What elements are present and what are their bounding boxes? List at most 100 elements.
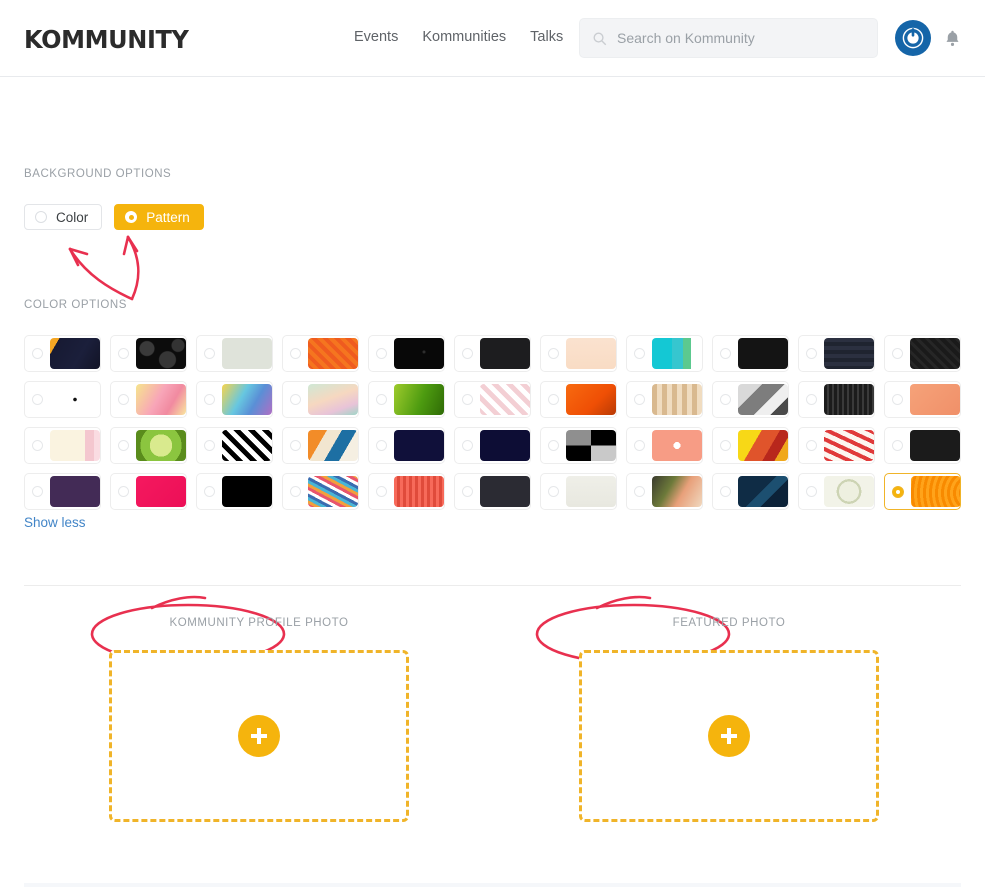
radio-icon bbox=[462, 486, 473, 497]
pattern-swatch-white-plus-dots[interactable] bbox=[24, 381, 101, 418]
background-mode-pattern-button[interactable]: Pattern bbox=[114, 204, 204, 230]
radio-icon bbox=[32, 440, 43, 451]
radio-icon bbox=[290, 440, 301, 451]
pattern-swatch-ice-cream-cone[interactable] bbox=[454, 381, 531, 418]
radio-icon bbox=[462, 348, 473, 359]
pattern-thumbnail bbox=[394, 430, 444, 461]
pattern-thumbnail bbox=[824, 338, 874, 369]
pattern-swatch-dark-geometric-lines[interactable] bbox=[884, 335, 961, 372]
pattern-swatch-dark-text-plate[interactable] bbox=[798, 335, 875, 372]
search-input[interactable]: Search on Kommunity bbox=[579, 18, 878, 58]
featured-photo-dropzone[interactable] bbox=[579, 650, 879, 822]
pattern-swatch-grapefruit-slice[interactable] bbox=[626, 427, 703, 464]
pattern-swatch-black-dot-mesh[interactable] bbox=[368, 335, 445, 372]
pattern-swatch-green-leaf[interactable] bbox=[368, 381, 445, 418]
pattern-thumbnail bbox=[910, 338, 960, 369]
pattern-swatch-dark-stone[interactable] bbox=[884, 427, 961, 464]
nav-item-events[interactable]: Events bbox=[354, 29, 398, 45]
pattern-swatch-solid-charcoal[interactable] bbox=[454, 335, 531, 372]
pattern-swatch-navy-solid[interactable] bbox=[454, 427, 531, 464]
background-mode-toggle-group: Color Pattern bbox=[24, 204, 204, 230]
pattern-swatch-metro-map[interactable] bbox=[540, 473, 617, 510]
nav-item-talks[interactable]: Talks bbox=[530, 29, 563, 45]
pattern-swatch-cyan-blocks[interactable] bbox=[626, 335, 703, 372]
pattern-swatch-black-bed-icon[interactable] bbox=[196, 473, 273, 510]
pattern-swatch-orange-weave[interactable] bbox=[282, 335, 359, 372]
pattern-swatch-dark-bubbles[interactable] bbox=[110, 335, 187, 372]
radio-icon bbox=[204, 440, 215, 451]
pattern-thumbnail bbox=[308, 384, 358, 415]
pattern-swatch-candy-cane[interactable] bbox=[798, 427, 875, 464]
pattern-thumbnail bbox=[222, 476, 272, 507]
pattern-thumbnail bbox=[652, 384, 702, 415]
radio-icon bbox=[118, 394, 129, 405]
background-mode-color-button[interactable]: Color bbox=[24, 204, 103, 230]
pattern-swatch-pop-art-yellow[interactable] bbox=[712, 427, 789, 464]
radio-icon bbox=[376, 440, 387, 451]
pattern-swatch-salmon-solid[interactable] bbox=[884, 381, 961, 418]
add-profile-photo-button[interactable] bbox=[238, 715, 280, 757]
pattern-swatch-cream-circle[interactable] bbox=[798, 473, 875, 510]
pattern-swatch-orange-swirl[interactable] bbox=[884, 473, 961, 510]
pattern-swatch-kiwi-slice[interactable] bbox=[110, 427, 187, 464]
notification-bell-icon[interactable] bbox=[943, 28, 962, 49]
pattern-swatch-gradient-blocks[interactable] bbox=[196, 381, 273, 418]
pattern-swatch-black-white-fan[interactable] bbox=[540, 427, 617, 464]
pattern-swatch-navy-diagonal[interactable] bbox=[712, 473, 789, 510]
add-featured-photo-button[interactable] bbox=[708, 715, 750, 757]
pattern-swatch-picnic-check[interactable] bbox=[626, 381, 703, 418]
pattern-swatch-space-planets[interactable] bbox=[24, 335, 101, 372]
pattern-swatch-orange-blue-shapes[interactable] bbox=[282, 427, 359, 464]
pattern-swatch-black-white-diagonals[interactable] bbox=[196, 427, 273, 464]
pattern-swatch-mountain-triangle[interactable] bbox=[196, 335, 273, 372]
radio-icon bbox=[118, 440, 129, 451]
pattern-swatch-grey-cubes[interactable] bbox=[712, 381, 789, 418]
pattern-swatch-coral-circuit[interactable] bbox=[368, 473, 445, 510]
radio-icon bbox=[634, 394, 645, 405]
arrow-to-color-button bbox=[68, 247, 134, 301]
pattern-swatch-purple-solid[interactable] bbox=[24, 473, 101, 510]
pattern-swatch-sushi-platter[interactable] bbox=[626, 473, 703, 510]
radio-icon bbox=[634, 486, 645, 497]
radio-icon bbox=[376, 348, 387, 359]
radio-icon bbox=[32, 394, 43, 405]
site-logo[interactable]: KOMMUNITY bbox=[24, 25, 189, 54]
radio-icon bbox=[462, 394, 473, 405]
pattern-swatch-dark-keyboard[interactable] bbox=[798, 381, 875, 418]
avatar[interactable] bbox=[895, 20, 931, 56]
pattern-thumbnail bbox=[394, 338, 444, 369]
featured-photo-label: FEATURED PHOTO bbox=[672, 617, 786, 629]
radio-icon bbox=[892, 348, 903, 359]
pattern-thumbnail bbox=[50, 430, 100, 461]
pattern-swatch-pastel-gradient[interactable] bbox=[282, 381, 359, 418]
radio-icon bbox=[35, 211, 47, 223]
pattern-swatch-pink-tulip[interactable] bbox=[110, 381, 187, 418]
search-placeholder: Search on Kommunity bbox=[617, 30, 755, 46]
pattern-thumbnail bbox=[824, 476, 874, 507]
pattern-thumbnail bbox=[911, 476, 960, 507]
pattern-thumbnail bbox=[136, 338, 186, 369]
show-less-link[interactable]: Show less bbox=[24, 515, 86, 530]
kommunity-profile-photo-dropzone[interactable] bbox=[109, 650, 409, 822]
pattern-swatch-peach-pot[interactable] bbox=[540, 335, 617, 372]
pattern-swatch-orange-splash[interactable] bbox=[540, 381, 617, 418]
pattern-swatch-pink-stars[interactable] bbox=[110, 473, 187, 510]
radio-icon bbox=[806, 394, 817, 405]
radio-icon bbox=[204, 486, 215, 497]
radio-icon bbox=[548, 440, 559, 451]
radio-icon bbox=[290, 486, 301, 497]
pattern-swatch-solid-black[interactable] bbox=[712, 335, 789, 372]
kommunity-profile-photo-section: KOMMUNITY PROFILE PHOTO bbox=[24, 617, 494, 822]
radio-icon bbox=[720, 348, 731, 359]
pattern-swatch-rainbow-stripes[interactable] bbox=[282, 473, 359, 510]
pattern-swatch-navy-night[interactable] bbox=[368, 427, 445, 464]
radio-icon bbox=[548, 486, 559, 497]
pattern-swatch-pastel-cream-stripe[interactable] bbox=[24, 427, 101, 464]
pattern-swatch-dark-slate[interactable] bbox=[454, 473, 531, 510]
nav-item-kommunities[interactable]: Kommunities bbox=[422, 29, 506, 45]
radio-selected-icon bbox=[892, 485, 904, 498]
pattern-thumbnail bbox=[738, 430, 788, 461]
pattern-thumbnail bbox=[910, 430, 960, 461]
plus-icon bbox=[251, 728, 267, 744]
pattern-thumbnail bbox=[394, 384, 444, 415]
